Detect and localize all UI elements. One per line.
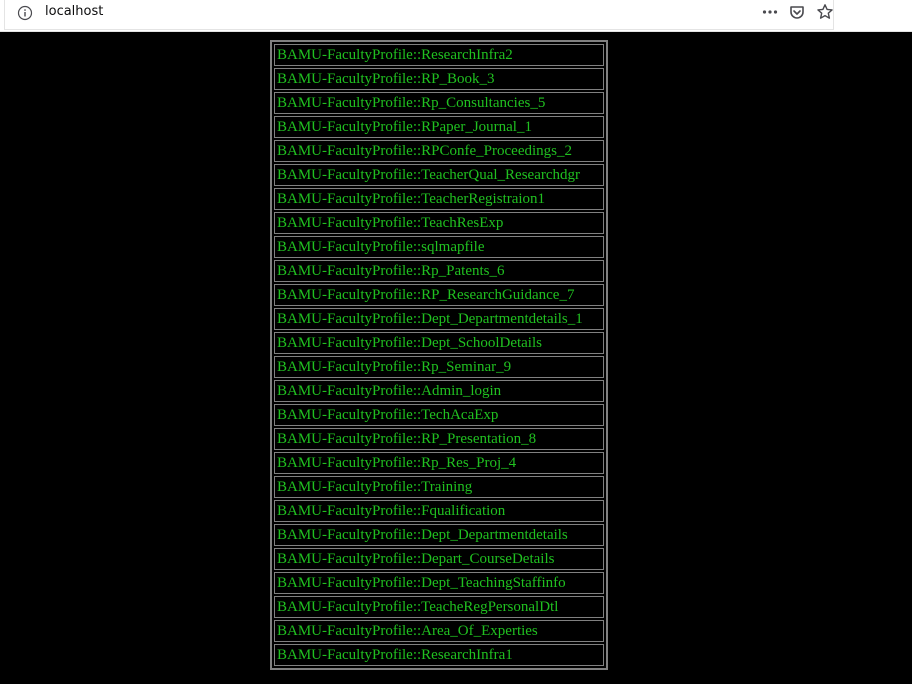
page-content: BAMU-FacultyProfile::ResearchInfra2 BAMU-… xyxy=(0,32,912,684)
table-cell[interactable]: BAMU-FacultyProfile::ResearchInfra2 xyxy=(274,44,604,66)
table-row: BAMU-FacultyProfile::Training xyxy=(274,476,604,498)
table-row: BAMU-FacultyProfile::Rp_Seminar_9 xyxy=(274,356,604,378)
table-cell[interactable]: BAMU-FacultyProfile::Rp_Patents_6 xyxy=(274,260,604,282)
browser-toolbar: localhost xyxy=(0,0,912,32)
table-cell[interactable]: BAMU-FacultyProfile::Dept_Departmentdeta… xyxy=(274,524,604,546)
table-cell[interactable]: BAMU-FacultyProfile::Depart_CourseDetail… xyxy=(274,548,604,570)
table-row: BAMU-FacultyProfile::RP_Book_3 xyxy=(274,68,604,90)
table-row: BAMU-FacultyProfile::TeachResExp xyxy=(274,212,604,234)
table-row: BAMU-FacultyProfile::RPConfe_Proceedings… xyxy=(274,140,604,162)
table-row: BAMU-FacultyProfile::sqlmapfile xyxy=(274,236,604,258)
star-icon[interactable] xyxy=(816,3,834,21)
table-row: BAMU-FacultyProfile::Depart_CourseDetail… xyxy=(274,548,604,570)
table-row: BAMU-FacultyProfile::Rp_Res_Proj_4 xyxy=(274,452,604,474)
profile-table-body: BAMU-FacultyProfile::ResearchInfra2 BAMU-… xyxy=(274,44,604,666)
table-cell[interactable]: BAMU-FacultyProfile::TeacherQual_Researc… xyxy=(274,164,604,186)
table-row: BAMU-FacultyProfile::ResearchInfra1 xyxy=(274,644,604,666)
info-icon[interactable] xyxy=(17,5,33,21)
table-row: BAMU-FacultyProfile::Dept_Departmentdeta… xyxy=(274,524,604,546)
table-cell[interactable]: BAMU-FacultyProfile::Training xyxy=(274,476,604,498)
table-cell[interactable]: BAMU-FacultyProfile::Rp_Seminar_9 xyxy=(274,356,604,378)
table-row: BAMU-FacultyProfile::Fqualification xyxy=(274,500,604,522)
table-cell[interactable]: BAMU-FacultyProfile::RP_Presentation_8 xyxy=(274,428,604,450)
table-cell[interactable]: BAMU-FacultyProfile::RP_ResearchGuidance… xyxy=(274,284,604,306)
table-row: BAMU-FacultyProfile::ResearchInfra2 xyxy=(274,44,604,66)
table-row: BAMU-FacultyProfile::Rp_Consultancies_5 xyxy=(274,92,604,114)
table-cell[interactable]: BAMU-FacultyProfile::sqlmapfile xyxy=(274,236,604,258)
table-cell[interactable]: BAMU-FacultyProfile::TechAcaExp xyxy=(274,404,604,426)
table-cell[interactable]: BAMU-FacultyProfile::Rp_Res_Proj_4 xyxy=(274,452,604,474)
table-row: BAMU-FacultyProfile::Admin_login xyxy=(274,380,604,402)
table-cell[interactable]: BAMU-FacultyProfile::TeacheRegPersonalDt… xyxy=(274,596,604,618)
table-cell[interactable]: BAMU-FacultyProfile::RP_Book_3 xyxy=(274,68,604,90)
table-cell[interactable]: BAMU-FacultyProfile::Area_Of_Experties xyxy=(274,620,604,642)
address-bar[interactable]: localhost xyxy=(4,0,834,30)
table-row: BAMU-FacultyProfile::Rp_Patents_6 xyxy=(274,260,604,282)
url-text[interactable]: localhost xyxy=(45,4,103,20)
table-row: BAMU-FacultyProfile::Dept_SchoolDetails xyxy=(274,332,604,354)
table-row: BAMU-FacultyProfile::Area_Of_Experties xyxy=(274,620,604,642)
table-cell[interactable]: BAMU-FacultyProfile::TeachResExp xyxy=(274,212,604,234)
table-row: BAMU-FacultyProfile::TeacherQual_Researc… xyxy=(274,164,604,186)
table-cell[interactable]: BAMU-FacultyProfile::ResearchInfra1 xyxy=(274,644,604,666)
table-row: BAMU-FacultyProfile::TeacherRegistraion1 xyxy=(274,188,604,210)
table-row: BAMU-FacultyProfile::Dept_Departmentdeta… xyxy=(274,308,604,330)
table-row: BAMU-FacultyProfile::RP_ResearchGuidance… xyxy=(274,284,604,306)
table-row: BAMU-FacultyProfile::TeacheRegPersonalDt… xyxy=(274,596,604,618)
table-cell[interactable]: BAMU-FacultyProfile::Rp_Consultancies_5 xyxy=(274,92,604,114)
table-row: BAMU-FacultyProfile::Dept_TeachingStaffi… xyxy=(274,572,604,594)
table-cell[interactable]: BAMU-FacultyProfile::Dept_Departmentdeta… xyxy=(274,308,604,330)
table-cell[interactable]: BAMU-FacultyProfile::Dept_TeachingStaffi… xyxy=(274,572,604,594)
table-cell[interactable]: BAMU-FacultyProfile::Admin_login xyxy=(274,380,604,402)
table-cell[interactable]: BAMU-FacultyProfile::RPaper_Journal_1 xyxy=(274,116,604,138)
table-row: BAMU-FacultyProfile::RP_Presentation_8 xyxy=(274,428,604,450)
more-icon[interactable] xyxy=(761,3,779,21)
table-cell[interactable]: BAMU-FacultyProfile::TeacherRegistraion1 xyxy=(274,188,604,210)
table-row: BAMU-FacultyProfile::TechAcaExp xyxy=(274,404,604,426)
table-cell[interactable]: BAMU-FacultyProfile::Fqualification xyxy=(274,500,604,522)
profile-table: BAMU-FacultyProfile::ResearchInfra2 BAMU-… xyxy=(270,40,608,670)
table-cell[interactable]: BAMU-FacultyProfile::RPConfe_Proceedings… xyxy=(274,140,604,162)
table-cell[interactable]: BAMU-FacultyProfile::Dept_SchoolDetails xyxy=(274,332,604,354)
pocket-icon[interactable] xyxy=(788,3,806,21)
table-row: BAMU-FacultyProfile::RPaper_Journal_1 xyxy=(274,116,604,138)
